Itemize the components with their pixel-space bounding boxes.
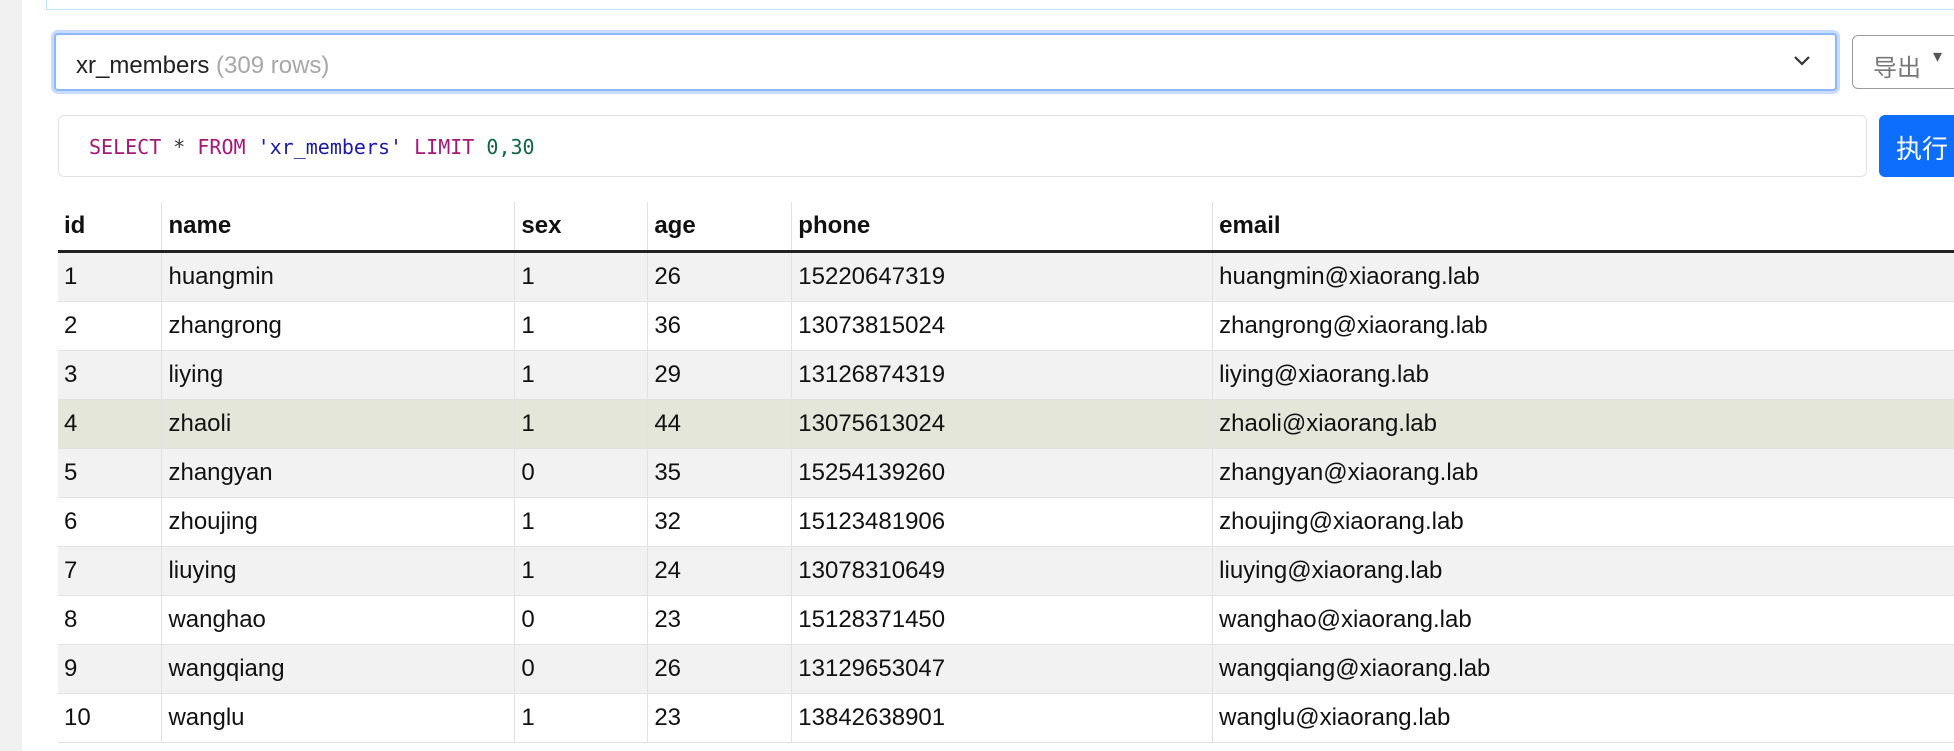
cell-email: zhaoli@xiaorang.lab: [1212, 399, 1954, 449]
cell-age: 26: [647, 644, 793, 694]
cell-phone: 15220647319: [791, 251, 1214, 302]
cell-email: wanglu@xiaorang.lab: [1212, 693, 1954, 743]
column-header-id[interactable]: id: [58, 202, 163, 253]
cell-age: 26: [647, 251, 793, 302]
cell-age: 24: [647, 546, 793, 596]
cell-sex: 1: [514, 693, 649, 743]
cell-id: 10: [58, 693, 163, 743]
results-table: id name sex age phone email 1 huangmin 1 26…: [58, 202, 1954, 743]
cell-id: 8: [58, 595, 163, 645]
sql-keyword-limit: LIMIT: [414, 135, 475, 159]
cell-name: zhangrong: [161, 301, 516, 351]
cell-name: wangqiang: [161, 644, 516, 694]
sql-star: *: [161, 135, 198, 159]
cell-name: wanghao: [161, 595, 516, 645]
table-row[interactable]: 4 zhaoli 1 44 13075613024 zhaoli@xiaorang.lab: [58, 399, 1954, 449]
cell-id: 5: [58, 448, 163, 498]
cell-age: 44: [647, 399, 793, 449]
table-select-dropdown[interactable]: xr_members (309 rows): [54, 33, 1837, 91]
cell-name: zhaoli: [161, 399, 516, 449]
cell-id: 7: [58, 546, 163, 596]
table-row[interactable]: 3 liying 1 29 13126874319 liying@xiaorang.lab: [58, 350, 1954, 400]
cell-name: wanglu: [161, 693, 516, 743]
chevron-down-icon: [1791, 49, 1813, 77]
cell-email: zhangrong@xiaorang.lab: [1212, 301, 1954, 351]
cell-id: 2: [58, 301, 163, 351]
cell-phone: 13129653047: [791, 644, 1214, 694]
cell-sex: 1: [514, 301, 649, 351]
table-row[interactable]: 6 zhoujing 1 32 15123481906 zhoujing@xiaorang…: [58, 497, 1954, 547]
caret-down-icon: ▾: [1933, 46, 1943, 66]
cell-phone: 13078310649: [791, 546, 1214, 596]
table-row[interactable]: 10 wanglu 1 23 13842638901 wanglu@xiaorang.la…: [58, 693, 1954, 743]
column-header-name[interactable]: name: [161, 202, 516, 253]
cell-phone: 15254139260: [791, 448, 1214, 498]
cell-phone: 15123481906: [791, 497, 1214, 547]
cell-sex: 1: [514, 546, 649, 596]
cell-name: liying: [161, 350, 516, 400]
cell-id: 9: [58, 644, 163, 694]
sql-query-text: SELECT * FROM 'xr_members' LIMIT 0,30: [89, 135, 535, 159]
sql-query-input[interactable]: SELECT * FROM 'xr_members' LIMIT 0,30: [58, 115, 1867, 177]
cell-age: 32: [647, 497, 793, 547]
cell-name: liuying: [161, 546, 516, 596]
cell-sex: 1: [514, 399, 649, 449]
cell-email: wanghao@xiaorang.lab: [1212, 595, 1954, 645]
cell-email: wangqiang@xiaorang.lab: [1212, 644, 1954, 694]
cell-email: huangmin@xiaorang.lab: [1212, 251, 1954, 302]
sql-table-name: 'xr_members': [257, 135, 403, 159]
row-count-label: (309 rows): [216, 52, 330, 79]
table-select-value: xr_members (309 rows): [76, 52, 330, 79]
cell-id: 4: [58, 399, 163, 449]
cell-name: huangmin: [161, 251, 516, 302]
cell-phone: 13842638901: [791, 693, 1214, 743]
top-panel-edge: [46, 0, 1954, 10]
cell-email: zhangyan@xiaorang.lab: [1212, 448, 1954, 498]
column-header-phone[interactable]: phone: [791, 202, 1214, 253]
cell-phone: 13126874319: [791, 350, 1214, 400]
cell-sex: 1: [514, 497, 649, 547]
cell-age: 36: [647, 301, 793, 351]
execute-button[interactable]: 执行: [1879, 115, 1954, 177]
cell-sex: 0: [514, 595, 649, 645]
cell-name: zhangyan: [161, 448, 516, 498]
table-header-row: id name sex age phone email: [58, 202, 1954, 253]
cell-phone: 13075613024: [791, 399, 1214, 449]
export-button-label: 导出: [1873, 55, 1921, 82]
table-row[interactable]: 7 liuying 1 24 13078310649 liuying@xiaorang.l…: [58, 546, 1954, 596]
cell-age: 23: [647, 693, 793, 743]
export-button[interactable]: 导出 ▾: [1852, 35, 1954, 89]
cell-name: zhoujing: [161, 497, 516, 547]
cell-age: 35: [647, 448, 793, 498]
cell-phone: 13073815024: [791, 301, 1214, 351]
cell-email: zhoujing@xiaorang.lab: [1212, 497, 1954, 547]
cell-id: 3: [58, 350, 163, 400]
execute-button-label: 执行: [1896, 134, 1949, 164]
column-header-sex[interactable]: sex: [514, 202, 649, 253]
table-row[interactable]: 5 zhangyan 0 35 15254139260 zhangyan@xiaorang…: [58, 448, 1954, 498]
sql-keyword-select: SELECT: [89, 135, 162, 159]
cell-id: 1: [58, 251, 163, 302]
cell-sex: 1: [514, 350, 649, 400]
cell-email: liying@xiaorang.lab: [1212, 350, 1954, 400]
table-row[interactable]: 2 zhangrong 1 36 13073815024 zhangrong@xiaora…: [58, 301, 1954, 351]
cell-email: liuying@xiaorang.lab: [1212, 546, 1954, 596]
sql-limit-range: 0,30: [486, 135, 535, 159]
table-row[interactable]: 1 huangmin 1 26 15220647319 huangmin@xiaorang…: [58, 251, 1954, 302]
cell-sex: 1: [514, 251, 649, 302]
table-row[interactable]: 9 wangqiang 0 26 13129653047 wangqiang@xiaora…: [58, 644, 1954, 694]
cell-age: 29: [647, 350, 793, 400]
column-header-email[interactable]: email: [1212, 202, 1954, 253]
cell-id: 6: [58, 497, 163, 547]
cell-sex: 0: [514, 644, 649, 694]
column-header-age[interactable]: age: [647, 202, 793, 253]
cell-sex: 0: [514, 448, 649, 498]
cell-phone: 15128371450: [791, 595, 1214, 645]
cell-age: 23: [647, 595, 793, 645]
table-row[interactable]: 8 wanghao 0 23 15128371450 wanghao@xiaorang.l…: [58, 595, 1954, 645]
sql-keyword-from: FROM: [197, 135, 246, 159]
